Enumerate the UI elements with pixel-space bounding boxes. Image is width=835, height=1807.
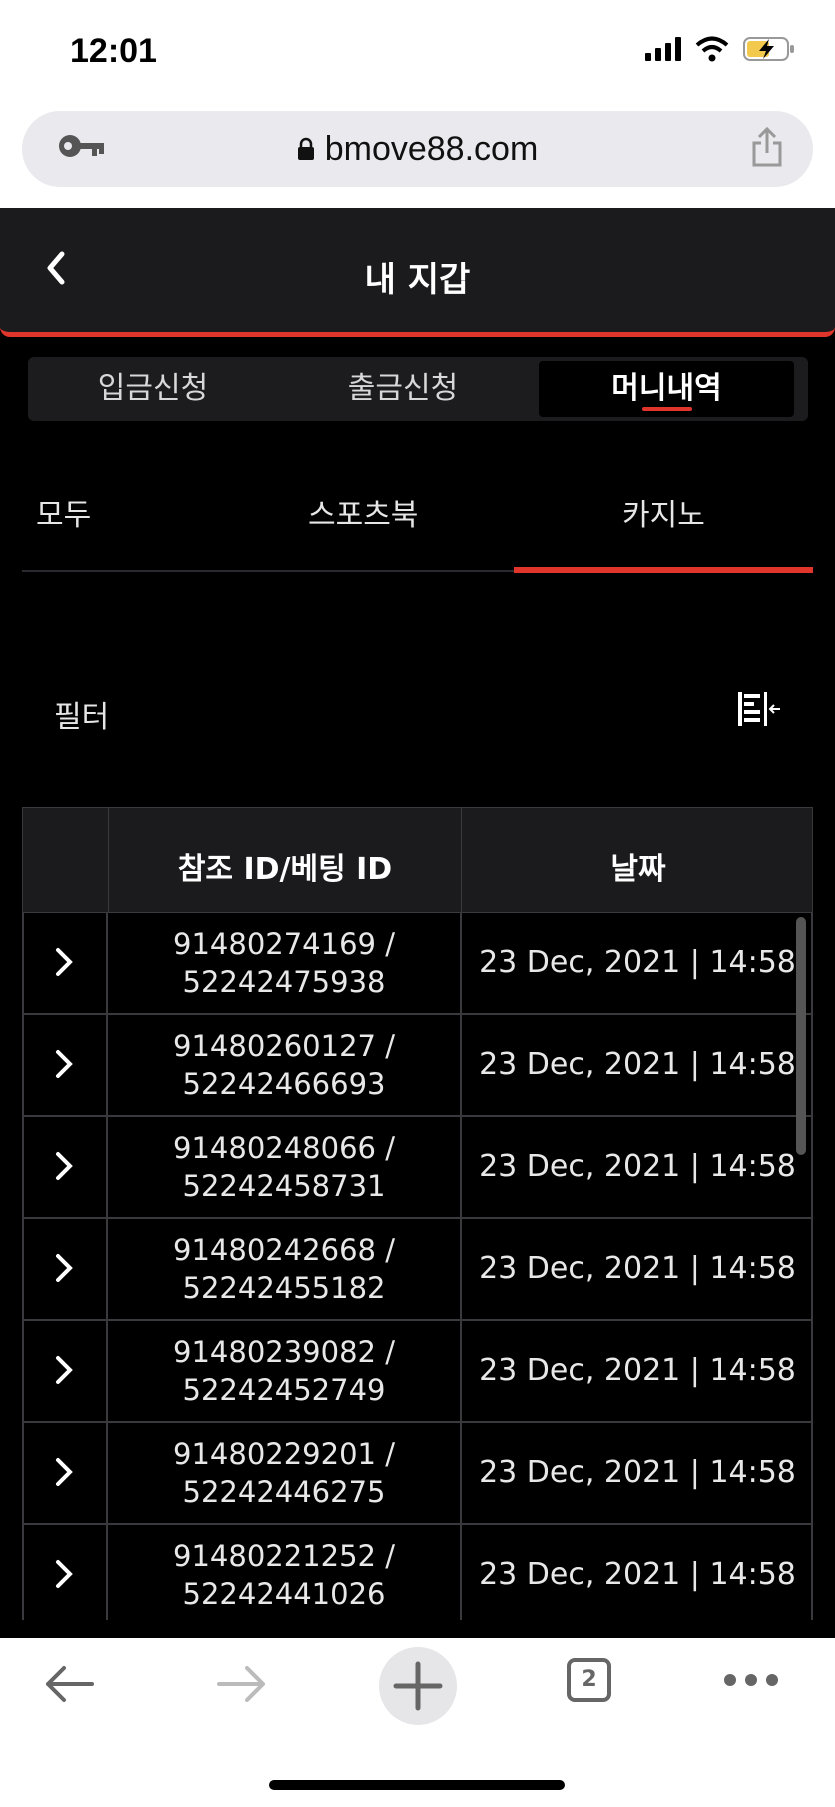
expand-chevron-icon[interactable] xyxy=(52,1455,76,1489)
back-arrow-icon[interactable] xyxy=(40,1660,98,1708)
bet-id: 52242446275 xyxy=(182,1475,386,1509)
table-body: 91480274169 / 52242475938 23 Dec, 2021 |… xyxy=(22,913,813,1620)
status-bar: 12:01 xyxy=(0,0,835,105)
address-bar[interactable]: bmove88.com xyxy=(22,111,813,187)
battery-charging-icon xyxy=(743,37,794,61)
key-icon[interactable] xyxy=(58,131,106,161)
bet-id: 52242475938 xyxy=(182,965,386,999)
ref-bet-id: 91480260127 / 52242466693 xyxy=(108,1027,460,1103)
bet-id: 52242455182 xyxy=(182,1271,386,1305)
active-tab-indicator xyxy=(514,567,813,573)
expand-chevron-icon[interactable] xyxy=(52,1047,76,1081)
row-date: 23 Dec, 2021 | 14:58 xyxy=(479,1251,796,1286)
table-row[interactable]: 91480229201 / 52242446275 23 Dec, 2021 |… xyxy=(22,1423,813,1525)
row-border xyxy=(22,1321,24,1421)
ref-bet-id: 91480221252 / 52242441026 xyxy=(108,1537,460,1613)
row-border xyxy=(22,1219,24,1319)
lock-icon xyxy=(297,137,314,160)
row-border xyxy=(22,913,24,1013)
ref-id: 91480221252 / xyxy=(173,1539,395,1573)
bet-id: 52242466693 xyxy=(182,1067,386,1101)
column-header-ref-id: 참조 ID/베팅 ID xyxy=(177,852,393,887)
table-row[interactable]: 91480242668 / 52242455182 23 Dec, 2021 |… xyxy=(22,1219,813,1321)
more-icon[interactable] xyxy=(722,1672,780,1688)
ref-id: 91480274169 / xyxy=(173,927,395,961)
table-row[interactable]: 91480274169 / 52242475938 23 Dec, 2021 |… xyxy=(22,913,813,1015)
ref-bet-id: 91480274169 / 52242475938 xyxy=(108,925,460,1001)
table-row[interactable]: 91480221252 / 52242441026 23 Dec, 2021 |… xyxy=(22,1525,813,1620)
share-icon[interactable] xyxy=(751,127,783,167)
active-segment-underline xyxy=(641,407,692,411)
row-date: 23 Dec, 2021 | 14:58 xyxy=(479,1455,796,1490)
filter-label[interactable]: 필터 xyxy=(54,692,109,736)
bet-id: 52242458731 xyxy=(182,1169,386,1203)
row-date: 23 Dec, 2021 | 14:58 xyxy=(479,1353,796,1388)
row-border xyxy=(22,1423,24,1523)
ref-bet-id: 91480229201 / 52242446275 xyxy=(108,1435,460,1511)
table-scrollbar[interactable] xyxy=(796,917,806,1155)
expand-chevron-icon[interactable] xyxy=(52,1149,76,1183)
row-border xyxy=(22,1525,24,1620)
row-border xyxy=(22,1117,24,1217)
table-row[interactable]: 91480248066 / 52242458731 23 Dec, 2021 |… xyxy=(22,1117,813,1219)
segment-money-history[interactable]: 머니내역 xyxy=(539,361,794,417)
home-indicator[interactable] xyxy=(269,1780,565,1790)
segment-money-history-label: 머니내역 xyxy=(611,371,722,406)
segment-withdraw[interactable]: 출금신청 xyxy=(278,357,528,421)
table-header: 참조 ID/베팅 ID 날짜 xyxy=(22,807,813,913)
expand-chevron-icon[interactable] xyxy=(52,1557,76,1591)
new-tab-icon[interactable] xyxy=(378,1646,458,1726)
row-date: 23 Dec, 2021 | 14:58 xyxy=(479,945,796,980)
wifi-icon xyxy=(695,36,729,62)
browser-url-area: bmove88.com xyxy=(0,105,835,208)
ref-id: 91480248066 / xyxy=(173,1131,395,1165)
signal-icon xyxy=(645,37,681,61)
segment-withdraw-label: 출금신청 xyxy=(347,371,459,406)
row-date: 23 Dec, 2021 | 14:58 xyxy=(479,1557,796,1592)
tabs-count-button[interactable]: 2 xyxy=(567,1658,611,1702)
wallet-segment-control: 입금신청 출금신청 머니내역 xyxy=(28,357,808,421)
segment-deposit-label: 입금신청 xyxy=(97,371,209,406)
ref-id: 91480260127 / xyxy=(173,1029,395,1063)
category-tabs: 모두 스포츠북 카지노 xyxy=(22,470,813,573)
url-text: bmove88.com xyxy=(324,129,539,168)
filter-toggle-icon[interactable] xyxy=(736,688,782,730)
expand-chevron-icon[interactable] xyxy=(52,1251,76,1285)
ref-bet-id: 91480239082 / 52242452749 xyxy=(108,1333,460,1409)
column-header-date: 날짜 xyxy=(610,852,666,887)
bet-id: 52242441026 xyxy=(182,1577,386,1611)
money-history-table: 참조 ID/베팅 ID 날짜 91480274169 / 52242475938… xyxy=(22,807,813,1620)
row-date: 23 Dec, 2021 | 14:58 xyxy=(479,1047,796,1082)
page-title: 내 지갑 xyxy=(364,260,471,300)
ref-id: 91480242668 / xyxy=(173,1233,395,1267)
ref-bet-id: 91480248066 / 52242458731 xyxy=(108,1129,460,1205)
url-display[interactable]: bmove88.com xyxy=(297,129,539,169)
status-time: 12:01 xyxy=(70,32,157,70)
tab-sportsbook[interactable]: 스포츠북 xyxy=(308,490,418,534)
forward-arrow-icon[interactable] xyxy=(213,1660,271,1708)
ref-bet-id: 91480242668 / 52242455182 xyxy=(108,1231,460,1307)
wallet-header: 내 지갑 xyxy=(0,208,835,337)
row-date: 23 Dec, 2021 | 14:58 xyxy=(479,1149,796,1184)
row-border xyxy=(22,1015,24,1115)
expand-chevron-icon[interactable] xyxy=(52,1353,76,1387)
table-row[interactable]: 91480260127 / 52242466693 23 Dec, 2021 |… xyxy=(22,1015,813,1117)
tab-casino[interactable]: 카지노 xyxy=(622,490,705,534)
ref-id: 91480229201 / xyxy=(173,1437,395,1471)
segment-deposit[interactable]: 입금신청 xyxy=(28,357,278,421)
status-icons xyxy=(645,36,795,62)
tab-all[interactable]: 모두 xyxy=(36,490,91,534)
ref-id: 91480239082 / xyxy=(173,1335,395,1369)
expand-chevron-icon[interactable] xyxy=(52,945,76,979)
bet-id: 52242452749 xyxy=(182,1373,386,1407)
table-row[interactable]: 91480239082 / 52242452749 23 Dec, 2021 |… xyxy=(22,1321,813,1423)
